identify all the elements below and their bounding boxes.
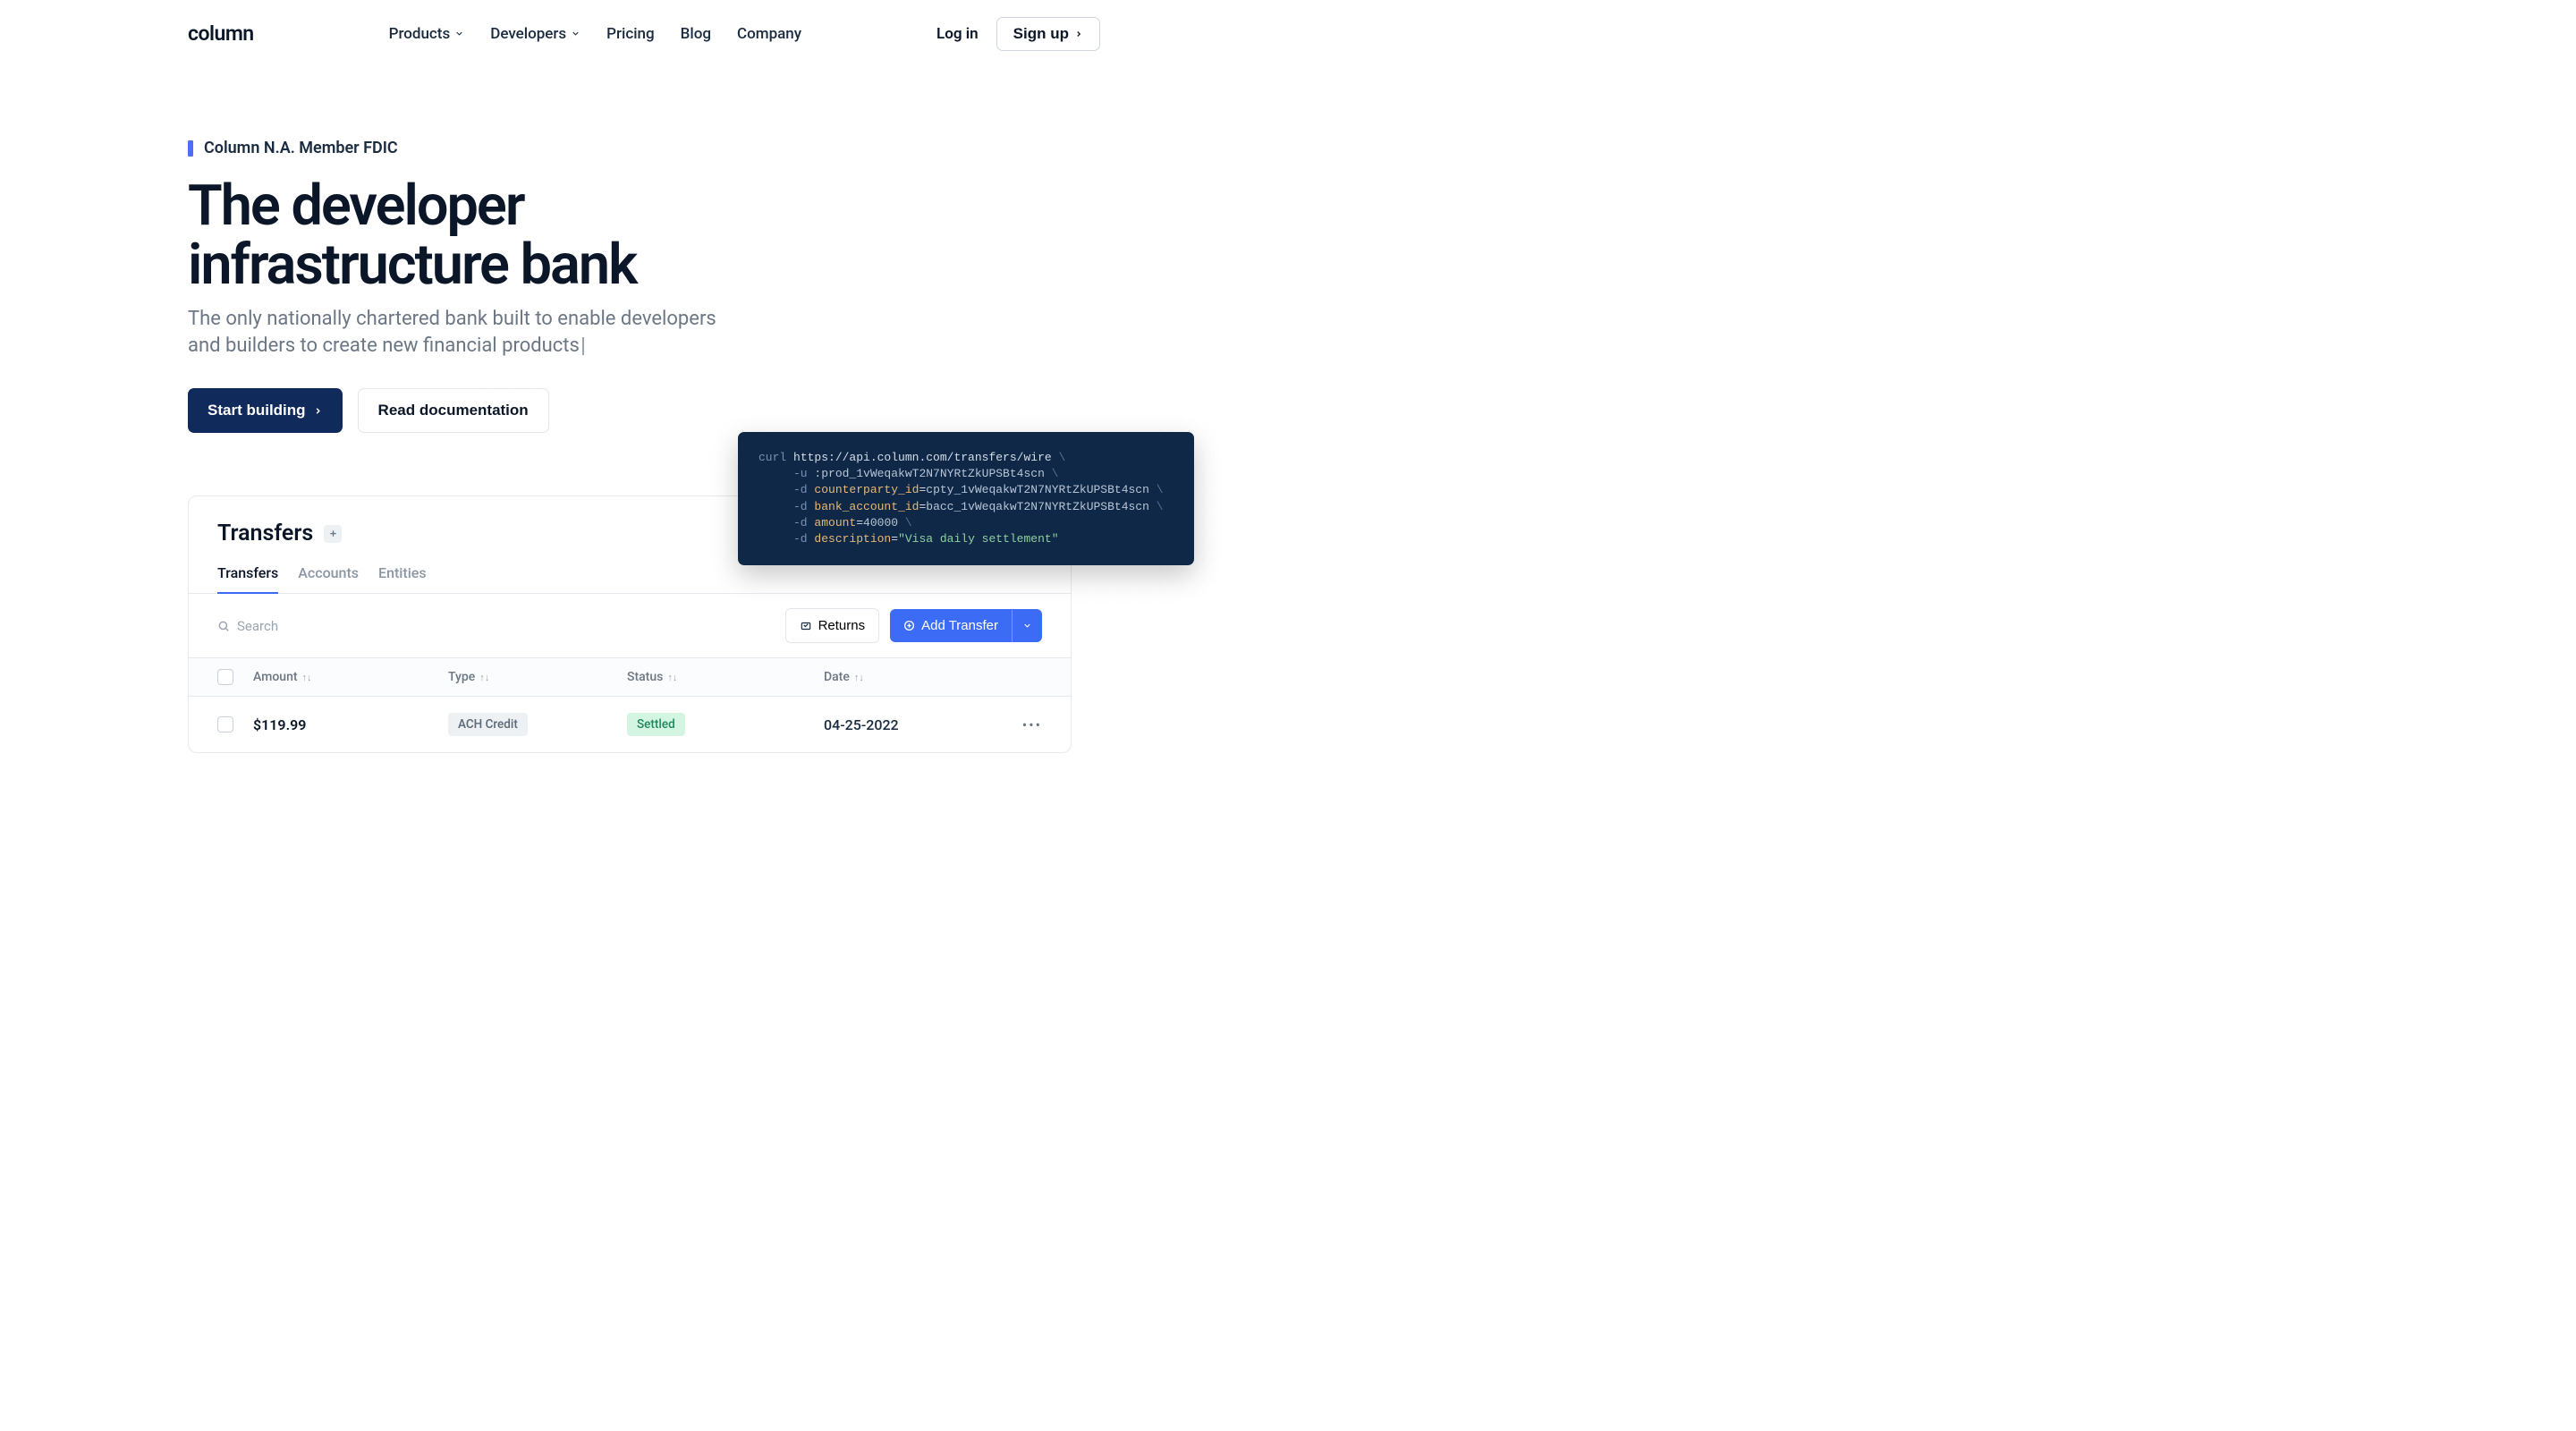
auth-group: Log in Sign up	[936, 17, 1100, 51]
code-snippet: curl https://api.column.com/transfers/wi…	[738, 432, 1194, 565]
select-all-checkbox[interactable]	[217, 669, 233, 685]
tab-transfers[interactable]: Transfers	[217, 564, 278, 594]
sort-icon: ↑↓	[302, 672, 312, 683]
tab-entities[interactable]: Entities	[378, 564, 427, 594]
hero-title-line1: The developer	[188, 174, 524, 239]
logo[interactable]: column	[188, 21, 254, 46]
status-pill: Settled	[627, 713, 685, 736]
chevron-right-icon	[313, 406, 323, 416]
search-icon	[217, 620, 230, 632]
add-transfer-dropdown[interactable]	[1012, 609, 1042, 642]
nav-products[interactable]: Products	[389, 25, 465, 43]
search-placeholder: Search	[237, 618, 278, 634]
read-docs-button[interactable]: Read documentation	[358, 388, 549, 433]
column-amount[interactable]: Amount↑↓	[253, 670, 448, 684]
chevron-down-icon	[571, 29, 580, 38]
signup-button[interactable]: Sign up	[996, 17, 1100, 51]
panel-tabs: Transfers Accounts Entities	[189, 564, 1071, 594]
badge: Column N.A. Member FDIC	[188, 139, 1100, 157]
signup-label: Sign up	[1013, 25, 1069, 43]
add-transfer-button[interactable]: Add Transfer	[890, 609, 1012, 642]
search-input[interactable]: Search	[217, 618, 775, 634]
sort-icon: ↑↓	[667, 672, 677, 683]
nav-products-label: Products	[389, 25, 451, 43]
start-building-button[interactable]: Start building	[188, 388, 343, 433]
row-amount: $119.99	[253, 716, 306, 733]
add-transfer-label: Add Transfer	[921, 618, 998, 633]
badge-bar-icon	[188, 140, 193, 157]
plus-icon	[328, 529, 338, 538]
chevron-down-icon	[454, 29, 464, 38]
column-date[interactable]: Date↑↓	[824, 670, 994, 684]
hero-title: The developer infrastructure bank	[188, 177, 1100, 294]
table-header: Amount↑↓ Type↑↓ Status↑↓ Date↑↓	[189, 658, 1071, 697]
sort-icon: ↑↓	[854, 672, 864, 683]
sort-icon: ↑↓	[479, 672, 489, 683]
hero-title-line2: infrastructure bank	[188, 233, 636, 298]
nav-developers-label: Developers	[490, 25, 566, 43]
tab-accounts[interactable]: Accounts	[298, 564, 359, 594]
main-nav: Products Developers Pricing Blog Company	[290, 25, 901, 43]
column-status[interactable]: Status↑↓	[627, 670, 824, 684]
chevron-down-icon	[1022, 621, 1032, 631]
column-type[interactable]: Type↑↓	[448, 670, 627, 684]
panel-title: Transfers	[217, 521, 313, 546]
row-checkbox[interactable]	[217, 716, 233, 732]
plus-circle-icon	[903, 620, 915, 631]
hero-section: Column N.A. Member FDIC The developer in…	[188, 67, 1100, 753]
table-row[interactable]: $119.99 ACH Credit Settled 04-25-2022 ••…	[189, 697, 1071, 752]
login-link[interactable]: Log in	[936, 25, 979, 43]
nav-blog[interactable]: Blog	[681, 25, 711, 43]
typing-cursor	[582, 337, 584, 355]
row-actions-button[interactable]: •••	[1022, 716, 1042, 733]
type-pill: ACH Credit	[448, 713, 528, 736]
cta-row: Start building Read documentation	[188, 388, 1100, 433]
nav-pricing[interactable]: Pricing	[606, 25, 655, 43]
nav-developers[interactable]: Developers	[490, 25, 580, 43]
returns-label: Returns	[818, 618, 866, 633]
hero-subtitle: The only nationally chartered bank built…	[188, 306, 751, 359]
toolbar: Search Returns Add Transfer	[189, 594, 1071, 658]
returns-icon	[800, 620, 812, 632]
nav-company[interactable]: Company	[737, 25, 801, 43]
add-tab-button[interactable]	[324, 525, 342, 543]
header: column Products Developers Pricing Blog …	[188, 0, 1100, 67]
row-date: 04-25-2022	[824, 716, 899, 733]
returns-button[interactable]: Returns	[785, 608, 880, 643]
chevron-right-icon	[1074, 30, 1083, 38]
badge-text: Column N.A. Member FDIC	[204, 139, 398, 157]
add-transfer-group: Add Transfer	[890, 609, 1042, 642]
start-building-label: Start building	[208, 402, 306, 419]
